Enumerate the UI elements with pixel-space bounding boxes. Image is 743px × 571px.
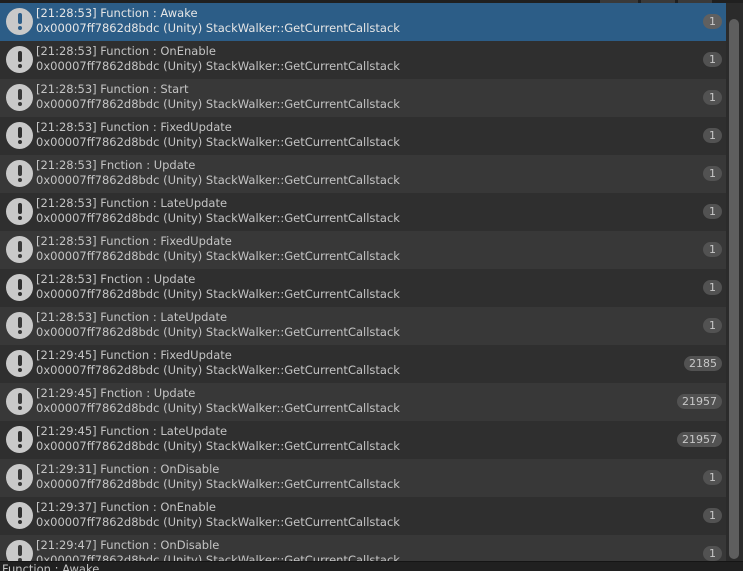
log-message: [21:28:53] Fnction : Update: [36, 158, 196, 172]
collapse-count-badge: 1: [703, 52, 722, 67]
warning-icon: [6, 274, 33, 301]
log-message: [21:28:53] Function : Awake: [36, 6, 198, 20]
log-entry[interactable]: [21:29:37] Function : OnEnable 0x00007ff7…: [0, 497, 726, 535]
log-stacktrace: 0x00007ff7862d8bdc (Unity) StackWalker::…: [36, 211, 400, 225]
log-message: [21:28:53] Function : FixedUpdate: [36, 234, 232, 248]
collapse-count-badge: 1: [703, 128, 722, 143]
log-entry[interactable]: [21:28:53] Function : OnEnable 0x00007ff7…: [0, 41, 726, 79]
log-message: [21:28:53] Function : OnEnable: [36, 44, 216, 58]
log-entry[interactable]: [21:28:53] Fnction : Update 0x00007ff7862…: [0, 155, 726, 193]
log-stacktrace: 0x00007ff7862d8bdc (Unity) StackWalker::…: [36, 21, 400, 35]
warning-icon: [6, 84, 33, 111]
collapse-count-badge: 1: [703, 318, 722, 333]
collapse-count-badge: 1: [703, 508, 722, 523]
collapse-count-badge: 1: [703, 166, 722, 181]
collapse-count-badge: 1: [703, 204, 722, 219]
log-message: [21:29:31] Function : OnDisable: [36, 462, 220, 476]
log-entry[interactable]: [21:29:47] Function : OnDisable 0x00007ff…: [0, 535, 726, 561]
warning-icon: [6, 388, 33, 415]
log-stacktrace: 0x00007ff7862d8bdc (Unity) StackWalker::…: [36, 477, 400, 491]
log-entry[interactable]: [21:29:45] Function : FixedUpdate 0x00007…: [0, 345, 726, 383]
log-message: [21:29:37] Function : OnEnable: [36, 500, 216, 514]
log-stacktrace: 0x00007ff7862d8bdc (Unity) StackWalker::…: [36, 135, 400, 149]
collapse-count-badge: 1: [703, 90, 722, 105]
log-entry[interactable]: [21:28:53] Function : LateUpdate 0x00007f…: [0, 307, 726, 345]
log-message: [21:28:53] Function : FixedUpdate: [36, 120, 232, 134]
log-stacktrace: 0x00007ff7862d8bdc (Unity) StackWalker::…: [36, 439, 400, 453]
log-stacktrace: 0x00007ff7862d8bdc (Unity) StackWalker::…: [36, 363, 400, 377]
collapse-count-badge: 1: [703, 14, 722, 29]
warning-icon: [6, 198, 33, 225]
log-message: [21:28:53] Fnction : Update: [36, 272, 196, 286]
log-message: [21:28:53] Function : LateUpdate: [36, 310, 228, 324]
detail-panel: Function : Awake: [0, 561, 743, 571]
log-entry[interactable]: [21:28:53] Function : FixedUpdate 0x00007…: [0, 231, 726, 269]
collapse-count-badge: 21957: [677, 394, 722, 409]
log-entry[interactable]: [21:28:53] Fnction : Update 0x00007ff7862…: [0, 269, 726, 307]
warning-icon: [6, 426, 33, 453]
scrollbar-thumb[interactable]: [729, 19, 739, 559]
log-stacktrace: 0x00007ff7862d8bdc (Unity) StackWalker::…: [36, 59, 400, 73]
collapse-count-badge: 2185: [684, 356, 722, 371]
log-stacktrace: 0x00007ff7862d8bdc (Unity) StackWalker::…: [36, 325, 400, 339]
collapse-count-badge: 21957: [677, 432, 722, 447]
console-window: [21:28:53] Function : Awake 0x00007ff7862…: [0, 0, 743, 571]
log-entry[interactable]: [21:29:45] Function : LateUpdate 0x00007f…: [0, 421, 726, 459]
collapse-count-badge: 1: [703, 470, 722, 485]
collapse-count-badge: 1: [703, 546, 722, 561]
log-stacktrace: 0x00007ff7862d8bdc (Unity) StackWalker::…: [36, 515, 400, 529]
log-stacktrace: 0x00007ff7862d8bdc (Unity) StackWalker::…: [36, 553, 400, 561]
warning-icon: [6, 464, 33, 491]
log-list[interactable]: [21:28:53] Function : Awake 0x00007ff7862…: [0, 3, 726, 561]
warning-icon: [6, 160, 33, 187]
warning-icon: [6, 8, 33, 35]
log-entry[interactable]: [21:29:31] Function : OnDisable 0x00007ff…: [0, 459, 726, 497]
log-message: [21:29:45] Function : FixedUpdate: [36, 348, 232, 362]
log-stacktrace: 0x00007ff7862d8bdc (Unity) StackWalker::…: [36, 173, 400, 187]
vertical-scrollbar[interactable]: [726, 3, 743, 561]
detail-message: Function : Awake: [2, 562, 100, 571]
warning-icon: [6, 236, 33, 263]
log-entry[interactable]: [21:28:53] Function : Awake 0x00007ff7862…: [0, 3, 726, 41]
log-stacktrace: 0x00007ff7862d8bdc (Unity) StackWalker::…: [36, 401, 400, 415]
collapse-count-badge: 1: [703, 280, 722, 295]
log-stacktrace: 0x00007ff7862d8bdc (Unity) StackWalker::…: [36, 97, 400, 111]
log-message: [21:29:45] Function : LateUpdate: [36, 424, 228, 438]
log-entry[interactable]: [21:28:53] Function : FixedUpdate 0x00007…: [0, 117, 726, 155]
log-message: [21:29:45] Fnction : Update: [36, 386, 196, 400]
collapse-count-badge: 1: [703, 242, 722, 257]
log-message: [21:29:47] Function : OnDisable: [36, 538, 220, 552]
warning-icon: [6, 312, 33, 339]
log-stacktrace: 0x00007ff7862d8bdc (Unity) StackWalker::…: [36, 287, 400, 301]
warning-icon: [6, 502, 33, 529]
warning-icon: [6, 540, 33, 561]
log-entry[interactable]: [21:28:53] Function : Start 0x00007ff7862…: [0, 79, 726, 117]
warning-icon: [6, 46, 33, 73]
log-entry[interactable]: [21:28:53] Function : LateUpdate 0x00007f…: [0, 193, 726, 231]
warning-icon: [6, 350, 33, 377]
log-message: [21:28:53] Function : Start: [36, 82, 189, 96]
log-stacktrace: 0x00007ff7862d8bdc (Unity) StackWalker::…: [36, 249, 400, 263]
log-entry[interactable]: [21:29:45] Fnction : Update 0x00007ff7862…: [0, 383, 726, 421]
warning-icon: [6, 122, 33, 149]
log-message: [21:28:53] Function : LateUpdate: [36, 196, 228, 210]
